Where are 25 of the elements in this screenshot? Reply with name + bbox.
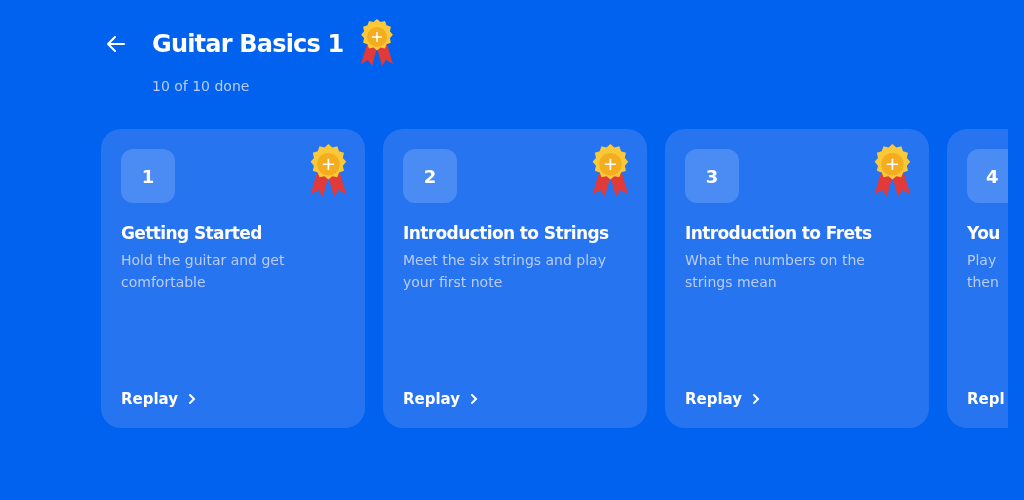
lesson-description: Play then <box>967 251 999 292</box>
lesson-description: Hold the guitar and get comfortable <box>121 251 286 292</box>
replay-button[interactable]: Repl <box>967 390 1005 408</box>
lesson-number: 1 <box>121 149 175 203</box>
lesson-title: Getting Started <box>121 223 262 243</box>
replay-button[interactable]: Replay <box>121 390 197 408</box>
replay-button[interactable]: Replay <box>685 390 761 408</box>
lesson-card[interactable]: 4 You Play then Repl <box>947 129 1008 428</box>
lesson-description: Meet the six strings and play your first note <box>403 251 607 292</box>
lesson-card[interactable]: 3 Introduction to Frets What the numbers on the strings mean Replay <box>665 129 929 428</box>
chevron-icon <box>752 393 761 405</box>
lesson-description: What the numbers on the strings mean <box>685 251 866 292</box>
chevron-icon <box>188 393 197 405</box>
chevron-icon <box>470 393 479 405</box>
course-title: Guitar Basics 1 <box>152 29 344 60</box>
lesson-title: Introduction to Strings <box>403 223 609 243</box>
lesson-number: 3 <box>685 149 739 203</box>
lesson-number: 2 <box>403 149 457 203</box>
lesson-card[interactable]: 1 Getting Started Hold the guitar and get comfortable Replay <box>101 129 365 428</box>
lesson-title: You <box>967 223 1000 243</box>
lesson-card[interactable]: 2 Introduction to Strings Meet the six strings and play your first note Replay <box>383 129 647 428</box>
lesson-number: 4 <box>967 149 1008 203</box>
lesson-title: Introduction to Frets <box>685 223 872 243</box>
replay-button[interactable]: Replay <box>403 390 479 408</box>
progress-text: 10 of 10 done <box>152 77 251 96</box>
